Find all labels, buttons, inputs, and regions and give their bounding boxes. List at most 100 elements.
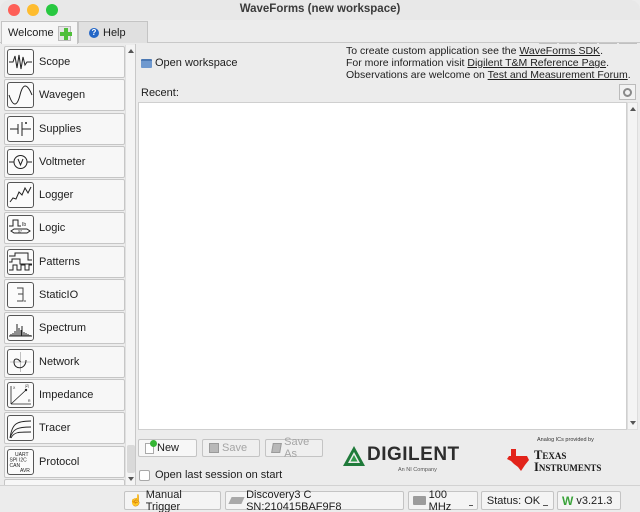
manual-trigger-button[interactable]: ☝ Manual Trigger [124, 488, 221, 512]
sidebar-item-tracer[interactable]: Tracer [4, 412, 125, 445]
tab-welcome[interactable]: Welcome [1, 21, 78, 44]
info-line-1: To create custom application see the [346, 45, 520, 57]
sidebar-item-label: Impedance [39, 388, 94, 401]
spectrum-icon [7, 315, 34, 342]
plus-icon[interactable] [57, 25, 73, 41]
sidebar-item-label: Network [39, 355, 80, 368]
logic-icon: Ib 97 [7, 215, 34, 242]
svg-text:97: 97 [18, 230, 22, 234]
digilent-subtitle: An NI Company [398, 467, 437, 473]
sidebar-scrollbar[interactable] [125, 45, 135, 485]
sidebar-item-supplies[interactable]: Supplies [4, 112, 125, 145]
sidebar-item-network[interactable]: Network [4, 345, 125, 378]
dropdown-caret-icon [468, 505, 474, 506]
staticio-icon [7, 282, 34, 309]
voltmeter-icon [7, 148, 34, 175]
sidebar-item-staticio[interactable]: StaticIO [4, 279, 125, 312]
sidebar-item-label: Patterns [39, 255, 80, 268]
status-dropdown[interactable]: Status: OK [481, 491, 554, 510]
wavegen-icon [7, 82, 34, 109]
tab-bar: Welcome ? Help [0, 20, 640, 61]
supplies-icon [7, 115, 34, 142]
svg-text:AVR: AVR [20, 468, 30, 474]
save-icon [209, 443, 219, 453]
instrument-list: Scope Wavegen Supplies Voltmeter Logger … [4, 46, 125, 485]
protocol-icon: UART SPI I2C CAN AVR [7, 448, 34, 475]
sidebar-item-label: Wavegen [39, 89, 86, 102]
sidebar-item-logic[interactable]: Ib 97 Logic [4, 212, 125, 245]
ti-wordmark: Texas Instruments [534, 449, 601, 474]
app-window: WaveForms (new workspace) Welcome ? Help… [0, 0, 640, 512]
new-button-label: New [157, 442, 180, 454]
open-last-session-label: Open last session on start [155, 469, 283, 481]
help-icon: ? [89, 27, 99, 38]
welcome-panel: Open workspace To create custom applicat… [137, 44, 640, 485]
texas-state-icon [507, 449, 529, 471]
scrollbar-thumb[interactable] [127, 445, 135, 473]
tab-help-label: Help [103, 26, 126, 39]
new-button[interactable]: New [138, 439, 197, 457]
device-label: Discovery3 C SN:210415BAF9F8 [246, 488, 342, 512]
sidebar-item-patterns[interactable]: Patterns [4, 245, 125, 278]
svg-text:CAN: CAN [10, 463, 21, 469]
clock-dropdown[interactable]: 100 MHz [408, 489, 478, 512]
sidebar-item-wavegen[interactable]: Wavegen [4, 79, 125, 112]
waveforms-sdk-link[interactable]: WaveForms SDK [519, 45, 600, 57]
info-line-1-suffix: . [600, 45, 603, 57]
sidebar-item-logger[interactable]: Logger [4, 179, 125, 212]
digilent-triangle-icon [343, 446, 365, 466]
save-as-icon [271, 443, 282, 453]
version-label: v3.21.3 [576, 494, 613, 507]
sidebar-item-spectrum[interactable]: Spectrum [4, 312, 125, 345]
sidebar-item-label: Protocol [39, 455, 80, 468]
recent-label: Recent: [141, 87, 179, 99]
sidebar-item-label: Voltmeter [39, 155, 86, 168]
sidebar-item-scope[interactable]: Scope [4, 46, 125, 78]
save-button-label: Save [222, 442, 248, 454]
sidebar-item-label: Logic [39, 222, 66, 235]
info-text: To create custom application see the Wav… [346, 45, 631, 81]
recent-refresh-button[interactable] [619, 84, 636, 100]
sidebar-item-voltmeter[interactable]: Voltmeter [4, 145, 125, 178]
version-button[interactable]: W v3.21.3 [557, 491, 621, 510]
open-last-session-option[interactable]: Open last session on start [139, 469, 282, 481]
save-button[interactable]: Save [202, 439, 260, 457]
scroll-down-arrow-icon[interactable] [128, 477, 134, 481]
reference-page-link[interactable]: Digilent T&M Reference Page [467, 57, 606, 69]
sidebar-item-label: Logger [39, 189, 74, 202]
sidebar-item-protocol[interactable]: UART SPI I2C CAN AVR Protocol [4, 445, 125, 478]
sidebar-item-impedance[interactable]: X |Z| R Impedance [4, 378, 125, 411]
folder-icon [141, 58, 152, 68]
digilent-logo: DIGILENT An NI Company [342, 442, 482, 478]
scroll-down-arrow-icon[interactable] [630, 421, 636, 425]
svg-text:R: R [28, 399, 31, 403]
scope-icon [7, 49, 34, 75]
instrument-sidebar: Scope Wavegen Supplies Voltmeter Logger … [0, 44, 136, 485]
save-as-button[interactable]: Save As [265, 436, 323, 460]
network-icon [7, 348, 34, 375]
info-line-3: Observations are welcome on [346, 69, 488, 81]
tab-welcome-label: Welcome [8, 27, 54, 39]
hand-icon: ☝ [129, 495, 143, 507]
open-workspace-label: Open workspace [155, 57, 238, 69]
scroll-up-arrow-icon[interactable] [128, 49, 134, 53]
new-file-icon [145, 439, 157, 454]
dropdown-caret-icon [543, 505, 549, 506]
status-label: Status: OK [486, 494, 541, 507]
recent-list[interactable] [138, 102, 627, 430]
device-button[interactable]: Discovery3 C SN:210415BAF9F8 [225, 488, 404, 512]
scroll-up-arrow-icon[interactable] [630, 107, 636, 111]
forum-link[interactable]: Test and Measurement Forum [488, 69, 628, 81]
title-bar: WaveForms (new workspace) [0, 0, 640, 20]
digilent-wordmark: DIGILENT [367, 444, 460, 465]
impedance-icon: X |Z| R [7, 381, 34, 408]
svg-text:X: X [13, 386, 16, 390]
waveforms-logo-icon: W [562, 493, 574, 508]
recent-scrollbar[interactable] [627, 102, 638, 430]
manual-trigger-label: Manual Trigger [145, 488, 182, 512]
sidebar-item-label: Spectrum [39, 322, 87, 335]
info-line-2-suffix: . [606, 57, 610, 69]
open-workspace-link[interactable]: Open workspace [141, 57, 238, 69]
open-last-session-checkbox[interactable] [139, 469, 150, 481]
tab-help[interactable]: ? Help [78, 21, 148, 43]
